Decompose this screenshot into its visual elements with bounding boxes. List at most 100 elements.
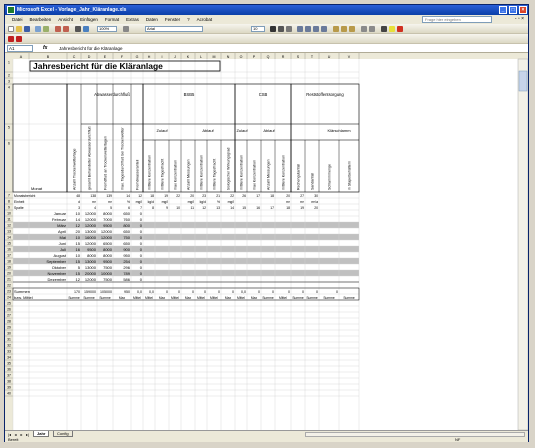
sheet-title: Jahresbericht für die Kläranlage: [33, 61, 163, 71]
meta-value: 15: [242, 206, 246, 210]
column-label-i: mittlere Tagesfracht: [160, 159, 164, 190]
mittel-value: Summe: [323, 296, 335, 300]
preview-icon[interactable]: [43, 26, 49, 32]
meta-value: 4: [94, 206, 96, 210]
indent-icon[interactable]: [361, 26, 367, 32]
currency-icon[interactable]: [333, 26, 339, 32]
cell-c: 15: [76, 241, 81, 246]
meta-value: 17: [256, 194, 260, 198]
column-header-label: J: [174, 55, 176, 59]
mittel-value: Summe: [343, 296, 355, 300]
font-size-select[interactable]: 10: [251, 26, 265, 32]
outdent-icon[interactable]: [369, 26, 375, 32]
fx-icon[interactable]: fx: [43, 44, 47, 53]
meta-value: 3: [78, 206, 80, 210]
menu-datei[interactable]: Datei: [12, 15, 23, 24]
meta-value: 21: [216, 194, 220, 198]
italic-icon[interactable]: [278, 26, 284, 32]
mittel-value: Mittel: [210, 296, 218, 300]
csb-zulauf: Zulauf: [236, 128, 248, 133]
maximize-button[interactable]: □: [509, 6, 517, 14]
cell-d: 13000: [85, 265, 97, 270]
status-text: Bereit: [8, 437, 19, 442]
pdf-mail-icon[interactable]: [16, 36, 22, 42]
borders-icon[interactable]: [381, 26, 387, 32]
new-icon[interactable]: [8, 26, 14, 32]
formula-input[interactable]: Jahresbericht für die Kläranlage: [59, 44, 123, 53]
cell-c: 14: [76, 217, 81, 222]
meta-value: mg/l: [162, 200, 169, 204]
summen-value: 0: [166, 290, 168, 294]
meta-value: 10: [176, 206, 180, 210]
row-header-label: 39: [7, 386, 11, 390]
row-header-label: 8: [8, 200, 10, 204]
meta-value: 11: [190, 206, 194, 210]
row-header-label: 40: [7, 392, 11, 396]
align-right-icon[interactable]: [313, 26, 319, 32]
column-header-label: O: [240, 55, 243, 59]
autosum-icon[interactable]: [75, 26, 81, 32]
vertical-scrollbar: [517, 58, 528, 430]
menu-help[interactable]: ?: [187, 15, 190, 24]
meta-label: Einheit: [14, 200, 24, 204]
column-label-t: Sandanfall: [310, 173, 314, 190]
month-name: Juni: [59, 241, 66, 246]
spreadsheet-grid[interactable]: A B C D E F G H I J K L M N O P Q R S T U V 1 2 3 4 5 6 7 8 9 10 11 12 13 1…: [5, 53, 528, 430]
bold-icon[interactable]: [270, 26, 276, 32]
menu-extras[interactable]: Extras: [126, 15, 139, 24]
row-header-label: 2: [8, 74, 10, 78]
underline-icon[interactable]: [286, 26, 292, 32]
pdf-icon[interactable]: [8, 36, 14, 42]
menu-fenster[interactable]: Fenster: [165, 15, 180, 24]
row-header-label: 25: [7, 302, 11, 306]
cell-c: 15: [76, 271, 81, 276]
meta-value: %: [217, 200, 220, 204]
print-icon[interactable]: [35, 26, 41, 32]
fill-color-icon[interactable]: [389, 26, 395, 32]
menu-bearbeiten[interactable]: Bearbeiten: [30, 15, 52, 24]
workbook-window-controls[interactable]: - ▫ ×: [515, 15, 524, 24]
menu-acrobat[interactable]: Acrobat: [197, 15, 213, 24]
cell-g: 0: [140, 211, 143, 216]
meta-value: 20: [190, 194, 194, 198]
help-search-input[interactable]: Frage hier eingeben: [422, 16, 492, 23]
excel-app-icon: [7, 6, 15, 14]
zoom-select[interactable]: 100%: [97, 26, 117, 32]
row-header-label: 23: [7, 290, 11, 294]
name-box[interactable]: A1: [7, 45, 33, 52]
open-icon[interactable]: [16, 26, 22, 32]
row-header-label: 1: [8, 61, 10, 65]
minimize-button[interactable]: _: [499, 6, 507, 14]
align-center-icon[interactable]: [305, 26, 311, 32]
grid-svg[interactable]: A B C D E F G H I J K L M N O P Q R S T U V123456789101112131…: [5, 53, 528, 430]
bsb5-ablauf: Ablauf: [202, 128, 214, 133]
cell-e: 8000: [103, 247, 113, 252]
redo-icon[interactable]: [63, 26, 69, 32]
cell-f: 586: [123, 277, 130, 282]
cell-e: 8000: [103, 211, 113, 216]
summen-value: 0,0: [137, 290, 142, 294]
menu-ansicht[interactable]: Ansicht: [58, 15, 73, 24]
help-icon[interactable]: [123, 26, 129, 32]
thousands-icon[interactable]: [349, 26, 355, 32]
merge-icon[interactable]: [321, 26, 327, 32]
font-color-icon[interactable]: [397, 26, 403, 32]
close-button[interactable]: ×: [519, 6, 527, 14]
percent-icon[interactable]: [341, 26, 347, 32]
font-select[interactable]: Arial: [145, 26, 203, 32]
save-icon[interactable]: [24, 26, 30, 32]
column-header-label: M: [213, 55, 216, 59]
cell-d: 8000: [87, 253, 97, 258]
meta-label: Monatsbericht: [14, 194, 35, 198]
undo-icon[interactable]: [55, 26, 61, 32]
menu-einfuegen[interactable]: Einfügen: [80, 15, 98, 24]
align-left-icon[interactable]: [297, 26, 303, 32]
cell-g: 0: [140, 265, 143, 270]
menu-format[interactable]: Format: [105, 15, 119, 24]
cell-e: 7500: [103, 277, 113, 282]
meta-value: 27: [300, 194, 304, 198]
meta-value: 7: [140, 206, 142, 210]
sort-icon[interactable]: [83, 26, 89, 32]
cell-e: 7000: [103, 217, 113, 222]
menu-daten[interactable]: Daten: [146, 15, 158, 24]
